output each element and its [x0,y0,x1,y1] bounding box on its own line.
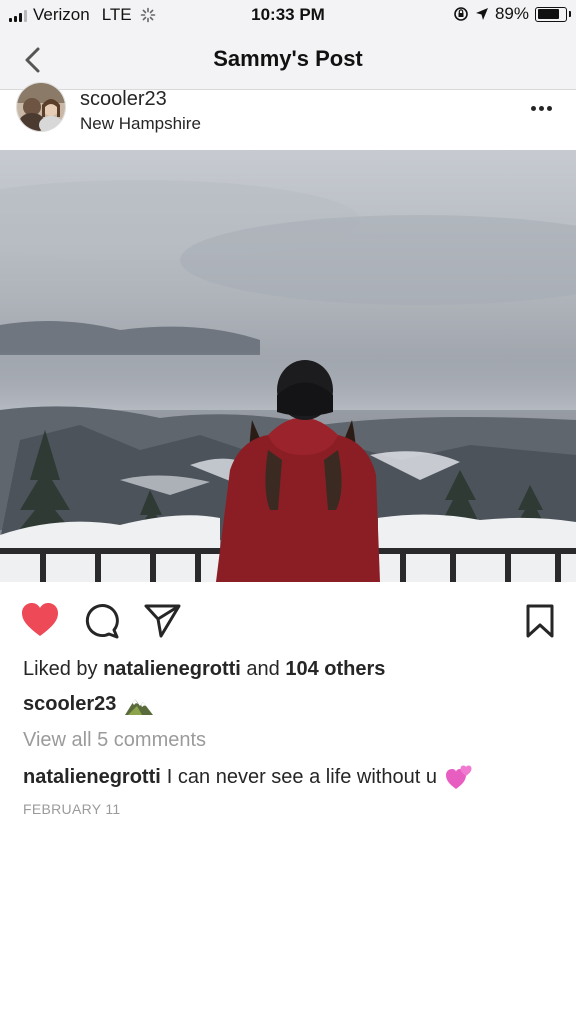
heart-filled-icon[interactable] [20,602,60,638]
mountain-emoji [125,698,154,715]
likes-summary[interactable]: Liked by natalienegrotti and 104 others [23,658,385,681]
likes-middle: and [246,658,280,680]
caption-username[interactable]: scooler23 [23,693,116,716]
navigation-bar: Sammy's Post [0,30,576,90]
battery-percent: 89% [494,4,529,23]
comment-item: natalienegrotti I can never see a life w… [23,764,473,790]
likes-others[interactable]: 104 others [285,658,385,680]
location-arrow-icon [475,8,488,20]
avatar[interactable] [16,82,66,132]
status-right: 89% [453,4,571,24]
share-icon[interactable] [144,603,182,639]
comment-text: I can never see a life without u [166,765,437,788]
status-bar: Verizon LTE 10:33 PM 89% [0,0,576,30]
bookmark-icon[interactable] [526,604,554,638]
lock-rotation-icon [454,7,468,21]
page-title: Sammy's Post [213,46,363,71]
view-all-comments-link[interactable]: View all 5 comments [23,729,206,752]
comment-icon[interactable] [84,603,120,639]
post-photo[interactable] [0,150,576,582]
battery-icon [535,6,571,22]
post-header: scooler23 New Hampshire [0,82,576,148]
comment-username[interactable]: natalienegrotti [23,766,161,789]
post-location[interactable]: New Hampshire [80,114,201,134]
likes-prefix: Liked by [23,658,98,680]
post-date: FEBRUARY 11 [23,801,121,817]
post-actions [0,598,576,644]
liked-by-user[interactable]: natalienegrotti [103,658,241,680]
post-username[interactable]: scooler23 [80,88,167,111]
photo-image [0,150,576,582]
more-dots-icon[interactable] [531,106,552,111]
two-hearts-emoji [445,765,472,789]
post-caption: scooler23 [23,693,154,716]
